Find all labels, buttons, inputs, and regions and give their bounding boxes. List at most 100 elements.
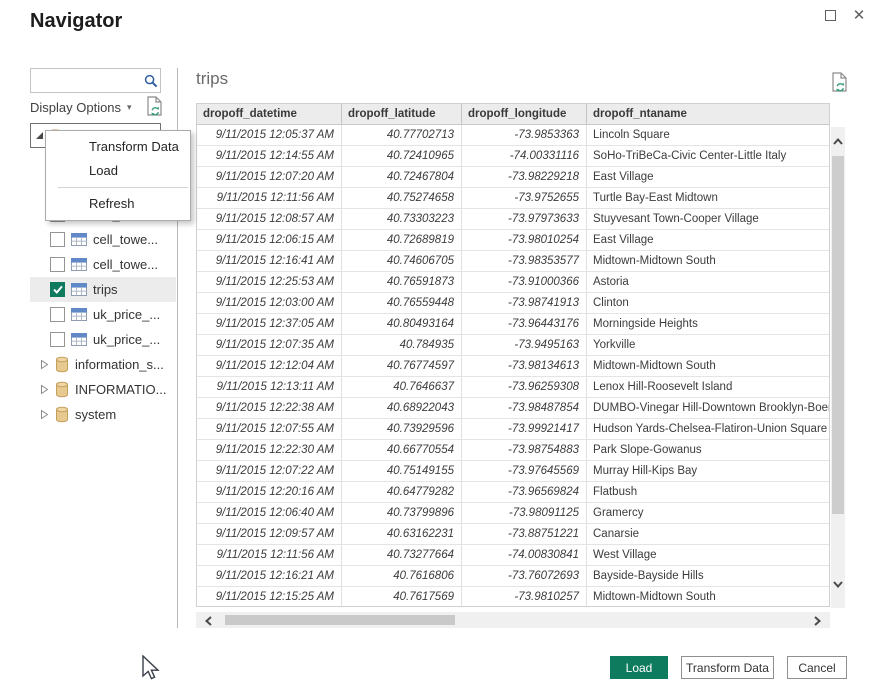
table-checkbox[interactable] [50, 332, 65, 347]
cell-value: 40.73303223 [342, 209, 462, 229]
tree-item-group[interactable]: INFORMATIO... [30, 377, 176, 402]
maximize-icon [825, 10, 836, 21]
table-row[interactable]: 9/11/2015 12:22:30 AM40.66770554-73.9875… [197, 440, 829, 461]
grid-header-row: dropoff_datetimedropoff_latitudedropoff_… [197, 104, 829, 125]
cancel-button[interactable]: Cancel [787, 656, 847, 679]
table-row[interactable]: 9/11/2015 12:07:35 AM40.784935-73.949516… [197, 335, 829, 356]
refresh-table-icon[interactable] [831, 72, 848, 99]
table-row[interactable]: 9/11/2015 12:16:21 AM40.7616806-73.76072… [197, 566, 829, 587]
menu-item[interactable]: Refresh [46, 192, 190, 216]
cell-value: 40.72689819 [342, 230, 462, 250]
cell-value: -73.98229218 [462, 167, 587, 187]
menu-item[interactable]: Transform Data [46, 135, 190, 159]
table-row[interactable]: 9/11/2015 12:11:56 AM40.73277664-74.0083… [197, 545, 829, 566]
cell-ntaname: Midtown-Midtown South [587, 356, 829, 376]
table-row[interactable]: 9/11/2015 12:05:37 AM40.77702713-73.9853… [197, 125, 829, 146]
database-icon [55, 356, 69, 373]
table-icon [71, 233, 87, 246]
tree-item-group[interactable]: system [30, 402, 176, 427]
scroll-left-icon[interactable] [204, 614, 213, 632]
cell-value: -73.97973633 [462, 209, 587, 229]
table-row[interactable]: 9/11/2015 12:07:20 AM40.72467804-73.9822… [197, 167, 829, 188]
tree-item-table[interactable]: uk_price_... [30, 327, 176, 352]
cell-value: 40.7617569 [342, 587, 462, 607]
cell-ntaname: Turtle Bay-East Midtown [587, 188, 829, 208]
table-icon [71, 333, 87, 346]
column-header: dropoff_latitude [342, 104, 462, 124]
vertical-scrollbar-thumb[interactable] [832, 156, 844, 514]
vertical-scrollbar[interactable] [831, 127, 845, 608]
search-icon[interactable] [142, 74, 160, 88]
tree-item-label: INFORMATIO... [75, 382, 166, 397]
table-checkbox[interactable] [50, 257, 65, 272]
search-input[interactable] [31, 69, 142, 92]
data-preview-grid: dropoff_datetimedropoff_latitudedropoff_… [196, 103, 830, 607]
cell-value: 40.74606705 [342, 251, 462, 271]
horizontal-scrollbar-thumb[interactable] [225, 615, 455, 625]
cell-ntaname: Bayside-Bayside Hills [587, 566, 829, 586]
table-row[interactable]: 9/11/2015 12:07:22 AM40.75149155-73.9764… [197, 461, 829, 482]
cell-value: -73.98010254 [462, 230, 587, 250]
table-row[interactable]: 9/11/2015 12:15:25 AM40.7617569-73.98102… [197, 587, 829, 607]
cell-value: 9/11/2015 12:08:57 AM [197, 209, 342, 229]
cell-value: 40.784935 [342, 335, 462, 355]
cell-value: -73.76072693 [462, 566, 587, 586]
table-row[interactable]: 9/11/2015 12:11:56 AM40.75274658-73.9752… [197, 188, 829, 209]
tree-item-table[interactable]: cell_towe... [30, 227, 176, 252]
load-button[interactable]: Load [610, 656, 668, 679]
cell-value: 40.73929596 [342, 419, 462, 439]
table-row[interactable]: 9/11/2015 12:03:00 AM40.76559448-73.9874… [197, 293, 829, 314]
menu-item[interactable]: Load [46, 159, 190, 183]
horizontal-scrollbar[interactable] [196, 612, 830, 628]
table-row[interactable]: 9/11/2015 12:37:05 AM40.80493164-73.9644… [197, 314, 829, 335]
table-checkbox[interactable] [50, 307, 65, 322]
cell-value: 40.7616806 [342, 566, 462, 586]
table-row[interactable]: 9/11/2015 12:07:55 AM40.73929596-73.9992… [197, 419, 829, 440]
cell-value: -73.96259308 [462, 377, 587, 397]
table-row[interactable]: 9/11/2015 12:25:53 AM40.76591873-73.9100… [197, 272, 829, 293]
scroll-down-icon[interactable] [832, 576, 844, 594]
cell-value: -73.99921417 [462, 419, 587, 439]
transform-data-button[interactable]: Transform Data [681, 656, 774, 679]
cell-ntaname: Morningside Heights [587, 314, 829, 334]
close-button[interactable]: ✕ [846, 4, 872, 26]
refresh-preview-icon[interactable] [146, 96, 163, 123]
cell-value: 40.66770554 [342, 440, 462, 460]
table-row[interactable]: 9/11/2015 12:16:41 AM40.74606705-73.9835… [197, 251, 829, 272]
scroll-right-icon[interactable] [813, 614, 822, 632]
tree-item-table[interactable]: trips [30, 277, 176, 302]
table-row[interactable]: 9/11/2015 12:20:16 AM40.64779282-73.9656… [197, 482, 829, 503]
table-row[interactable]: 9/11/2015 12:09:57 AM40.63162231-73.8875… [197, 524, 829, 545]
table-row[interactable]: 9/11/2015 12:22:38 AM40.68922043-73.9848… [197, 398, 829, 419]
cell-ntaname: Clinton [587, 293, 829, 313]
scroll-up-icon[interactable] [832, 133, 844, 151]
cell-value: 40.73799896 [342, 503, 462, 523]
table-row[interactable]: 9/11/2015 12:12:04 AM40.76774597-73.9813… [197, 356, 829, 377]
tree-item-group[interactable]: information_s... [30, 352, 176, 377]
tree-item-label: cell_towe... [93, 257, 158, 272]
cell-value: -73.9810257 [462, 587, 587, 607]
cell-ntaname: SoHo-TriBeCa-Civic Center-Little Italy [587, 146, 829, 166]
table-row[interactable]: 9/11/2015 12:06:15 AM40.72689819-73.9801… [197, 230, 829, 251]
cell-value: 9/11/2015 12:07:22 AM [197, 461, 342, 481]
table-row[interactable]: 9/11/2015 12:08:57 AM40.73303223-73.9797… [197, 209, 829, 230]
table-checkbox[interactable] [50, 232, 65, 247]
maximize-button[interactable] [817, 4, 843, 26]
tree-item-table[interactable]: cell_towe... [30, 252, 176, 277]
checkmark-icon [52, 284, 64, 295]
cell-ntaname: Midtown-Midtown South [587, 587, 829, 607]
page-title: Navigator [30, 10, 122, 33]
grid-body: 9/11/2015 12:05:37 AM40.77702713-73.9853… [197, 125, 829, 607]
cell-ntaname: Flatbush [587, 482, 829, 502]
display-options-dropdown[interactable]: Display Options ▾ [30, 100, 132, 115]
table-row[interactable]: 9/11/2015 12:06:40 AM40.73799896-73.9809… [197, 503, 829, 524]
table-checkbox[interactable] [50, 282, 65, 297]
cell-value: -73.98353577 [462, 251, 587, 271]
tree-item-table[interactable]: uk_price_... [30, 302, 176, 327]
cell-value: 9/11/2015 12:16:21 AM [197, 566, 342, 586]
table-row[interactable]: 9/11/2015 12:13:11 AM40.7646637-73.96259… [197, 377, 829, 398]
cell-ntaname: DUMBO-Vinegar Hill-Downtown Brooklyn-Boe… [587, 398, 829, 418]
cell-value: -73.91000366 [462, 272, 587, 292]
expand-arrow-icon [40, 409, 49, 420]
table-row[interactable]: 9/11/2015 12:14:55 AM40.72410965-74.0033… [197, 146, 829, 167]
